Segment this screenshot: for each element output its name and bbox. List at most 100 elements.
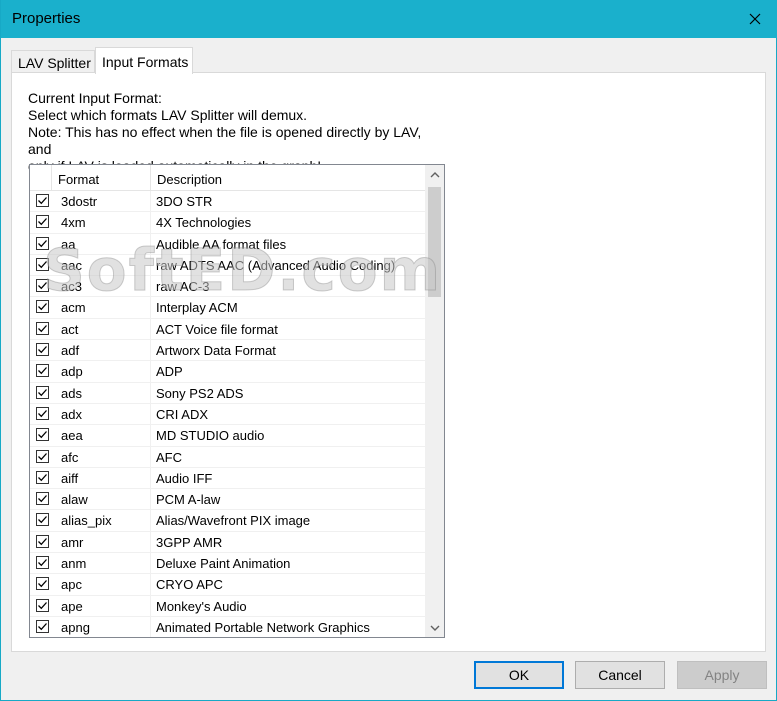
format-name: acm [61,300,86,316]
scroll-up-button[interactable] [425,165,444,184]
format-checkbox[interactable] [36,492,49,506]
column-divider [150,212,151,233]
format-description: raw ADTS AAC (Advanced Audio Coding) [156,257,396,273]
format-name: aea [61,428,83,444]
list-item[interactable]: afc AFC [30,446,425,468]
format-description: 3GPP AMR [156,534,223,550]
format-checkbox[interactable] [36,556,49,570]
format-checkbox[interactable] [36,343,49,357]
format-checkbox[interactable] [36,364,49,378]
format-checkbox[interactable] [36,619,49,633]
list-item[interactable]: ape Monkey's Audio [30,595,425,617]
format-list[interactable]: Format Description 3dostr 3DO STR 4xm 4X Te… [29,164,445,638]
list-item[interactable]: alias_pix Alias/Wavefront PIX image [30,510,425,532]
format-name: aiff [61,470,79,486]
format-description: Artworx Data Format [156,343,276,359]
checkmark-icon [38,559,47,567]
header-check-column[interactable] [30,165,52,190]
column-divider [150,510,151,531]
list-item[interactable]: adf Artworx Data Format [30,340,425,362]
format-name: alias_pix [61,513,112,529]
format-name: amr [61,534,84,550]
header-description[interactable]: Description [151,165,425,190]
format-checkbox[interactable] [36,194,49,207]
column-divider [150,254,151,276]
properties-window: Properties LAV Splitter Input Formats Cu… [0,0,777,701]
list-item[interactable]: amr 3GPP AMR [30,531,425,554]
format-name: ads [61,385,82,401]
list-item[interactable]: alaw PCM A-law [30,489,425,511]
list-item[interactable]: ads Sony PS2 ADS [30,382,425,404]
format-checkbox[interactable] [36,215,49,229]
cancel-button[interactable]: Cancel [575,661,665,689]
list-item[interactable]: act ACT Voice file format [30,318,425,341]
tab-input-formats[interactable]: Input Formats [95,47,193,74]
format-checkbox[interactable] [36,598,49,612]
list-item[interactable]: adx CRI ADX [30,403,425,426]
list-item[interactable]: aiff Audio IFF [30,467,425,490]
format-checkbox[interactable] [36,428,49,442]
list-item[interactable]: anm Deluxe Paint Animation [30,553,425,575]
header-format[interactable]: Format [52,165,151,190]
scroll-thumb[interactable] [428,187,441,297]
list-item[interactable]: 3dostr 3DO STR [30,191,425,213]
format-description: Interplay ACM [156,300,238,316]
checkmark-icon [38,580,47,588]
instruction-line-2: Note: This has no effect when the file i… [28,124,422,157]
column-divider [150,595,151,616]
vertical-scrollbar[interactable] [425,165,444,637]
title-bar[interactable]: Properties [1,0,777,38]
checkmark-icon [38,260,47,269]
list-item[interactable]: aea MD STUDIO audio [30,425,425,447]
format-description: 4X Technologies [156,215,252,231]
list-item[interactable]: apc CRYO APC [30,574,425,596]
ok-button[interactable]: OK [474,661,564,689]
checkmark-icon [38,410,47,418]
format-checkbox[interactable] [36,279,49,293]
format-name: adx [61,406,82,422]
format-description: Sony PS2 ADS [156,385,244,401]
format-checkbox[interactable] [36,321,49,335]
column-divider [150,191,151,212]
input-format-group: Current Input Format: Select which forma… [28,90,448,175]
list-item[interactable]: apng Animated Portable Network Graphics [30,616,425,637]
checkmark-icon [38,431,47,439]
list-item[interactable]: acm Interplay ACM [30,297,425,319]
format-checkbox[interactable] [36,385,49,399]
checkmark-icon [38,218,47,226]
format-description: raw AC-3 [156,279,210,295]
checkmark-icon [38,282,47,290]
group-title: Current Input Format: [28,90,162,106]
checkmark-icon [38,537,47,545]
format-checkbox[interactable] [36,449,49,463]
close-button[interactable] [732,0,777,38]
column-divider [150,233,151,254]
format-checkbox[interactable] [36,257,49,271]
list-item[interactable]: aac raw ADTS AAC (Advanced Audio Coding) [30,254,425,277]
format-name: ac3 [61,279,82,295]
checkmark-icon [38,516,47,524]
format-checkbox[interactable] [36,470,49,484]
list-header: Format Description [30,165,425,191]
format-checkbox[interactable] [36,577,49,591]
format-description: Animated Portable Network Graphics [156,619,370,635]
format-checkbox[interactable] [36,513,49,527]
format-name: adp [61,364,83,380]
apply-button[interactable]: Apply [677,661,767,689]
chevron-up-icon [430,171,439,177]
list-rows: 3dostr 3DO STR 4xm 4X Technologies aa Audible… [30,191,425,637]
tab-lav-splitter[interactable]: LAV Splitter [11,50,95,73]
format-checkbox[interactable] [36,236,49,250]
format-checkbox[interactable] [36,406,49,420]
scroll-down-button[interactable] [425,618,444,637]
format-checkbox[interactable] [36,534,49,548]
list-item[interactable]: adp ADP [30,361,425,383]
list-item[interactable]: 4xm 4X Technologies [30,212,425,234]
column-divider [150,340,151,361]
format-checkbox[interactable] [36,300,49,314]
format-description: CRI ADX [156,406,209,422]
list-item[interactable]: aa Audible AA format files [30,233,425,255]
list-item[interactable]: ac3 raw AC-3 [30,276,425,298]
close-icon [749,13,761,25]
format-name: aac [61,257,82,273]
